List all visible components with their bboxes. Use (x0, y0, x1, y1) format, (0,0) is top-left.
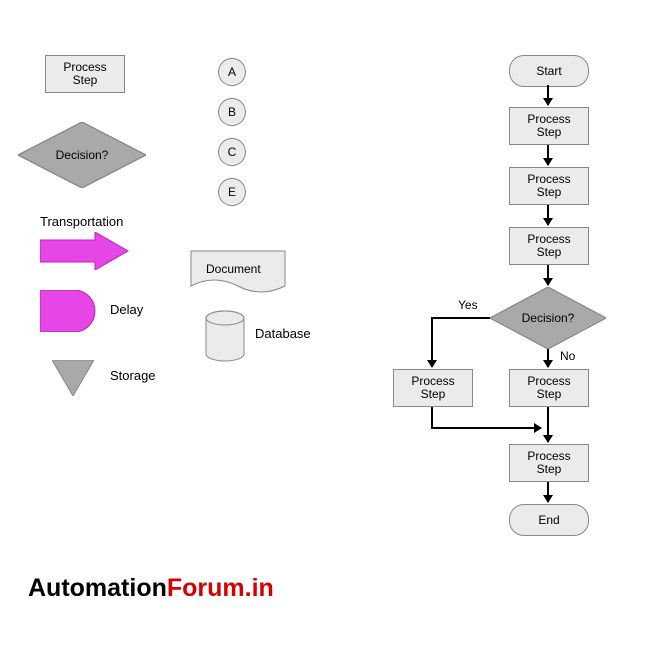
legend-storage-label: Storage (110, 368, 156, 383)
flow-start: Start (509, 55, 589, 87)
label-yes: Yes (458, 298, 478, 312)
flow-process-2: Process Step (509, 167, 589, 205)
legend-circle-e: E (218, 178, 246, 206)
line-d1-yes-h (432, 317, 490, 319)
arrow-no-down (547, 349, 549, 367)
diagram-canvas: Process Step Decision? Transportation De… (0, 0, 650, 647)
watermark: AutomationForum.in (28, 574, 274, 603)
watermark-part1: Automation (28, 574, 167, 602)
legend-document-label: Document (206, 262, 261, 276)
legend-process-step: Process Step (45, 55, 125, 93)
legend-database-label: Database (255, 326, 311, 341)
legend-transportation-arrow-icon (40, 232, 130, 270)
arrow-p2-p3 (547, 205, 549, 225)
flow-process-1: Process Step (509, 107, 589, 145)
flow-decision-label: Decision? (490, 287, 606, 349)
arrow-p5-end (547, 482, 549, 502)
legend-decision-diamond: Decision? (18, 122, 146, 188)
legend-circle-c: C (218, 138, 246, 166)
legend-transportation-label: Transportation (40, 214, 123, 229)
arrow-yes-down (431, 317, 433, 367)
line-yes-merge-v (431, 407, 433, 429)
legend-storage-icon (52, 360, 94, 396)
flow-end: End (509, 504, 589, 536)
arrow-merge-p5 (547, 407, 549, 442)
flow-process-yes: Process Step (393, 369, 473, 407)
legend-circle-a: A (218, 58, 246, 86)
legend-delay-icon (40, 290, 96, 332)
flow-decision: Decision? (490, 287, 606, 349)
arrow-start-p1 (547, 85, 549, 105)
arrow-p1-p2 (547, 145, 549, 165)
legend-delay-label: Delay (110, 302, 143, 317)
flow-process-no: Process Step (509, 369, 589, 407)
arrow-p3-d1 (547, 265, 549, 285)
legend-decision-label: Decision? (18, 122, 146, 188)
flow-process-5: Process Step (509, 444, 589, 482)
flow-process-3: Process Step (509, 227, 589, 265)
watermark-part2: Forum.in (167, 574, 274, 602)
line-yes-merge-h (431, 427, 541, 429)
label-no: No (560, 349, 575, 363)
legend-database-icon (205, 310, 245, 362)
legend-circle-b: B (218, 98, 246, 126)
